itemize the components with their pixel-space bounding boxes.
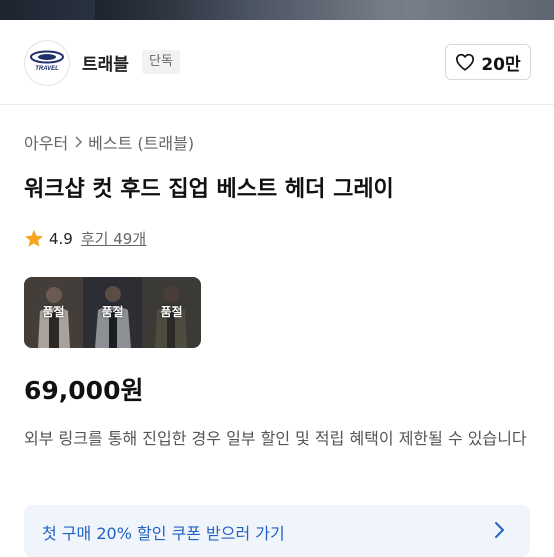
rating-score: 4.9: [49, 229, 73, 248]
first-purchase-coupon-banner[interactable]: 첫 구매 20% 할인 쿠폰 받으러 가기: [24, 505, 530, 557]
thumbnail-option-1[interactable]: 품절: [24, 277, 83, 348]
sold-out-badge: 품절: [160, 305, 183, 319]
product-title: 워크샵 컷 후드 집업 베스트 헤더 그레이: [24, 177, 394, 202]
breadcrumb-chevron-icon: [75, 136, 83, 148]
logo-swoosh-icon: [30, 50, 64, 64]
like-count: 20만: [481, 54, 521, 75]
brand-logo[interactable]: TRAVEL: [24, 40, 70, 86]
color-option-thumbnails: 품절 품절 품절: [24, 277, 201, 348]
brand-like-button[interactable]: 20만: [445, 44, 531, 80]
coupon-text: 첫 구매 20% 할인 쿠폰 받으러 가기: [42, 524, 285, 543]
sold-out-badge: 품절: [42, 305, 65, 319]
sold-out-badge: 품절: [101, 305, 124, 319]
breadcrumb: 아우터 베스트 (트래블): [24, 130, 194, 154]
external-link-notice: 외부 링크를 통해 진입한 경우 일부 할인 및 적립 혜택이 제한될 수 있습…: [24, 429, 527, 448]
thumbnail-option-3[interactable]: 품절: [142, 277, 201, 348]
logo-wordmark: TRAVEL: [35, 66, 59, 72]
hero-figure-shadow: [95, 0, 405, 20]
brand-name[interactable]: 트래블: [82, 50, 129, 75]
star-icon: [25, 229, 43, 247]
rating-row: 4.9 후기 49개: [24, 228, 146, 249]
breadcrumb-category[interactable]: 아우터: [24, 130, 68, 154]
thumbnail-option-2[interactable]: 품절: [83, 277, 142, 348]
review-count-link[interactable]: 후기 49개: [81, 228, 146, 249]
heart-icon: [456, 53, 475, 71]
product-price: 69,000원: [24, 376, 144, 405]
chevron-right-icon: [495, 522, 505, 538]
product-hero-image: [0, 0, 554, 20]
brand-exclusive-badge: 단독: [142, 50, 180, 74]
breadcrumb-subcategory[interactable]: 베스트 (트래블): [88, 130, 194, 154]
